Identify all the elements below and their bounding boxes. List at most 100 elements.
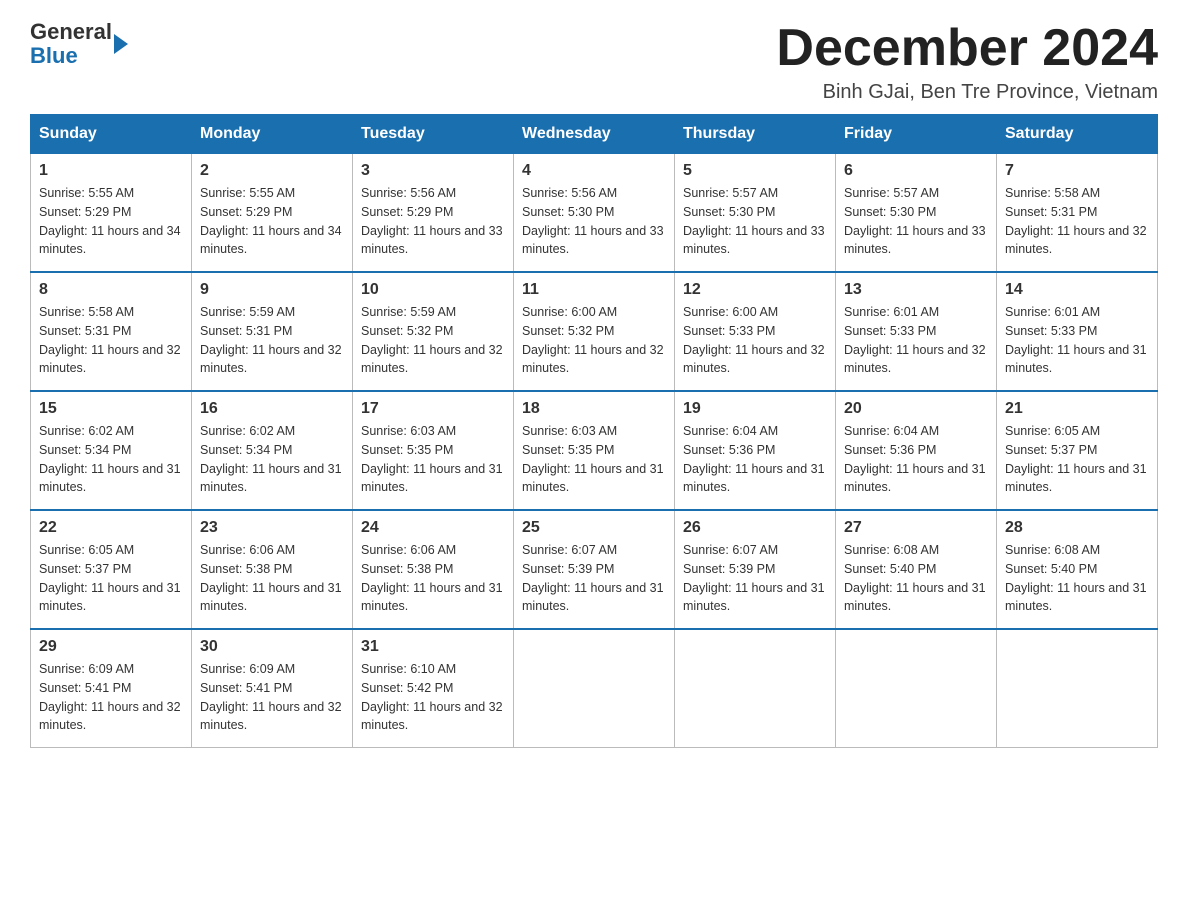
table-row: 14Sunrise: 6:01 AMSunset: 5:33 PMDayligh… <box>997 272 1158 391</box>
day-info: Sunrise: 6:09 AMSunset: 5:41 PMDaylight:… <box>39 660 183 735</box>
logo: GeneralBlue <box>30 20 128 68</box>
day-info: Sunrise: 5:56 AMSunset: 5:30 PMDaylight:… <box>522 184 666 259</box>
table-row: 10 Sunrise: 5:59 AMSunset: 5:32 PMDayligh… <box>353 272 514 391</box>
table-row: 24 Sunrise: 6:06 AMSunset: 5:38 PMDayligh… <box>353 510 514 629</box>
day-number: 22 <box>39 519 183 537</box>
day-number: 9 <box>200 281 344 299</box>
logo-text: GeneralBlue <box>30 20 112 68</box>
table-row: 18 Sunrise: 6:03 AMSunset: 5:35 PMDayligh… <box>514 391 675 510</box>
day-info: Sunrise: 6:08 AMSunset: 5:40 PMDaylight:… <box>844 541 988 616</box>
day-number: 1 <box>39 162 183 180</box>
calendar-week-row: 8Sunrise: 5:58 AMSunset: 5:31 PMDaylight… <box>31 272 1158 391</box>
day-number: 25 <box>522 519 666 537</box>
day-number: 18 <box>522 400 666 418</box>
calendar-week-row: 29Sunrise: 6:09 AMSunset: 5:41 PMDayligh… <box>31 629 1158 748</box>
calendar-week-row: 15 Sunrise: 6:02 AMSunset: 5:34 PMDayligh… <box>31 391 1158 510</box>
logo-blue-text: Blue <box>30 43 78 68</box>
table-row: 29Sunrise: 6:09 AMSunset: 5:41 PMDayligh… <box>31 629 192 748</box>
table-row: 1 Sunrise: 5:55 AMSunset: 5:29 PMDaylight… <box>31 154 192 273</box>
day-info: Sunrise: 6:08 AMSunset: 5:40 PMDaylight:… <box>1005 541 1149 616</box>
day-info: Sunrise: 6:07 AMSunset: 5:39 PMDaylight:… <box>683 541 827 616</box>
day-info: Sunrise: 5:59 AMSunset: 5:32 PMDaylight:… <box>361 303 505 378</box>
day-info: Sunrise: 6:03 AMSunset: 5:35 PMDaylight:… <box>522 422 666 497</box>
table-row: 30 Sunrise: 6:09 AMSunset: 5:41 PMDayligh… <box>192 629 353 748</box>
day-number: 10 <box>361 281 505 299</box>
day-number: 28 <box>1005 519 1149 537</box>
col-saturday: Saturday <box>997 115 1158 154</box>
table-row: 17 Sunrise: 6:03 AMSunset: 5:35 PMDayligh… <box>353 391 514 510</box>
col-friday: Friday <box>836 115 997 154</box>
table-row: 3 Sunrise: 5:56 AMSunset: 5:29 PMDaylight… <box>353 154 514 273</box>
table-row: 31 Sunrise: 6:10 AMSunset: 5:42 PMDayligh… <box>353 629 514 748</box>
day-number: 3 <box>361 162 505 180</box>
table-row <box>514 629 675 748</box>
day-info: Sunrise: 6:10 AMSunset: 5:42 PMDaylight:… <box>361 660 505 735</box>
table-row: 9 Sunrise: 5:59 AMSunset: 5:31 PMDaylight… <box>192 272 353 391</box>
day-number: 12 <box>683 281 827 299</box>
calendar-week-row: 1 Sunrise: 5:55 AMSunset: 5:29 PMDaylight… <box>31 154 1158 273</box>
day-number: 11 <box>522 281 666 299</box>
table-row: 11 Sunrise: 6:00 AMSunset: 5:32 PMDayligh… <box>514 272 675 391</box>
day-info: Sunrise: 6:09 AMSunset: 5:41 PMDaylight:… <box>200 660 344 735</box>
day-number: 16 <box>200 400 344 418</box>
day-info: Sunrise: 6:06 AMSunset: 5:38 PMDaylight:… <box>200 541 344 616</box>
day-info: Sunrise: 5:58 AMSunset: 5:31 PMDaylight:… <box>1005 184 1149 259</box>
day-number: 6 <box>844 162 988 180</box>
table-row: 16 Sunrise: 6:02 AMSunset: 5:34 PMDayligh… <box>192 391 353 510</box>
table-row: 2Sunrise: 5:55 AMSunset: 5:29 PMDaylight… <box>192 154 353 273</box>
table-row: 19 Sunrise: 6:04 AMSunset: 5:36 PMDayligh… <box>675 391 836 510</box>
logo-general: General <box>30 19 112 44</box>
day-info: Sunrise: 5:57 AMSunset: 5:30 PMDaylight:… <box>844 184 988 259</box>
table-row: 6 Sunrise: 5:57 AMSunset: 5:30 PMDaylight… <box>836 154 997 273</box>
calendar-table: Sunday Monday Tuesday Wednesday Thursday… <box>30 114 1158 748</box>
logo-arrow-icon <box>114 34 128 54</box>
calendar-header-row: Sunday Monday Tuesday Wednesday Thursday… <box>31 115 1158 154</box>
table-row <box>836 629 997 748</box>
col-wednesday: Wednesday <box>514 115 675 154</box>
page-header: GeneralBlue December 2024 Binh GJai, Ben… <box>30 20 1158 104</box>
day-info: Sunrise: 6:00 AMSunset: 5:32 PMDaylight:… <box>522 303 666 378</box>
day-number: 30 <box>200 638 344 656</box>
day-info: Sunrise: 6:01 AMSunset: 5:33 PMDaylight:… <box>844 303 988 378</box>
location-subtitle: Binh GJai, Ben Tre Province, Vietnam <box>776 81 1158 104</box>
table-row: 12Sunrise: 6:00 AMSunset: 5:33 PMDayligh… <box>675 272 836 391</box>
table-row: 5 Sunrise: 5:57 AMSunset: 5:30 PMDaylight… <box>675 154 836 273</box>
day-number: 23 <box>200 519 344 537</box>
table-row: 26 Sunrise: 6:07 AMSunset: 5:39 PMDayligh… <box>675 510 836 629</box>
day-info: Sunrise: 6:02 AMSunset: 5:34 PMDaylight:… <box>39 422 183 497</box>
table-row: 4Sunrise: 5:56 AMSunset: 5:30 PMDaylight… <box>514 154 675 273</box>
title-section: December 2024 Binh GJai, Ben Tre Provinc… <box>776 20 1158 104</box>
table-row: 23 Sunrise: 6:06 AMSunset: 5:38 PMDayligh… <box>192 510 353 629</box>
day-info: Sunrise: 6:03 AMSunset: 5:35 PMDaylight:… <box>361 422 505 497</box>
day-info: Sunrise: 5:55 AMSunset: 5:29 PMDaylight:… <box>39 184 183 259</box>
day-number: 14 <box>1005 281 1149 299</box>
day-info: Sunrise: 5:59 AMSunset: 5:31 PMDaylight:… <box>200 303 344 378</box>
table-row: 7 Sunrise: 5:58 AMSunset: 5:31 PMDaylight… <box>997 154 1158 273</box>
day-number: 5 <box>683 162 827 180</box>
table-row: 25Sunrise: 6:07 AMSunset: 5:39 PMDayligh… <box>514 510 675 629</box>
table-row: 21 Sunrise: 6:05 AMSunset: 5:37 PMDayligh… <box>997 391 1158 510</box>
day-number: 13 <box>844 281 988 299</box>
day-info: Sunrise: 6:06 AMSunset: 5:38 PMDaylight:… <box>361 541 505 616</box>
day-number: 2 <box>200 162 344 180</box>
day-info: Sunrise: 6:04 AMSunset: 5:36 PMDaylight:… <box>683 422 827 497</box>
day-info: Sunrise: 5:56 AMSunset: 5:29 PMDaylight:… <box>361 184 505 259</box>
day-number: 19 <box>683 400 827 418</box>
table-row: 22 Sunrise: 6:05 AMSunset: 5:37 PMDayligh… <box>31 510 192 629</box>
day-info: Sunrise: 6:02 AMSunset: 5:34 PMDaylight:… <box>200 422 344 497</box>
col-monday: Monday <box>192 115 353 154</box>
day-number: 21 <box>1005 400 1149 418</box>
day-info: Sunrise: 6:05 AMSunset: 5:37 PMDaylight:… <box>1005 422 1149 497</box>
day-number: 31 <box>361 638 505 656</box>
day-info: Sunrise: 5:57 AMSunset: 5:30 PMDaylight:… <box>683 184 827 259</box>
table-row: 13 Sunrise: 6:01 AMSunset: 5:33 PMDayligh… <box>836 272 997 391</box>
day-number: 24 <box>361 519 505 537</box>
day-number: 26 <box>683 519 827 537</box>
calendar-week-row: 22 Sunrise: 6:05 AMSunset: 5:37 PMDayligh… <box>31 510 1158 629</box>
day-number: 7 <box>1005 162 1149 180</box>
day-number: 17 <box>361 400 505 418</box>
day-info: Sunrise: 6:05 AMSunset: 5:37 PMDaylight:… <box>39 541 183 616</box>
day-info: Sunrise: 5:58 AMSunset: 5:31 PMDaylight:… <box>39 303 183 378</box>
day-number: 15 <box>39 400 183 418</box>
table-row <box>997 629 1158 748</box>
